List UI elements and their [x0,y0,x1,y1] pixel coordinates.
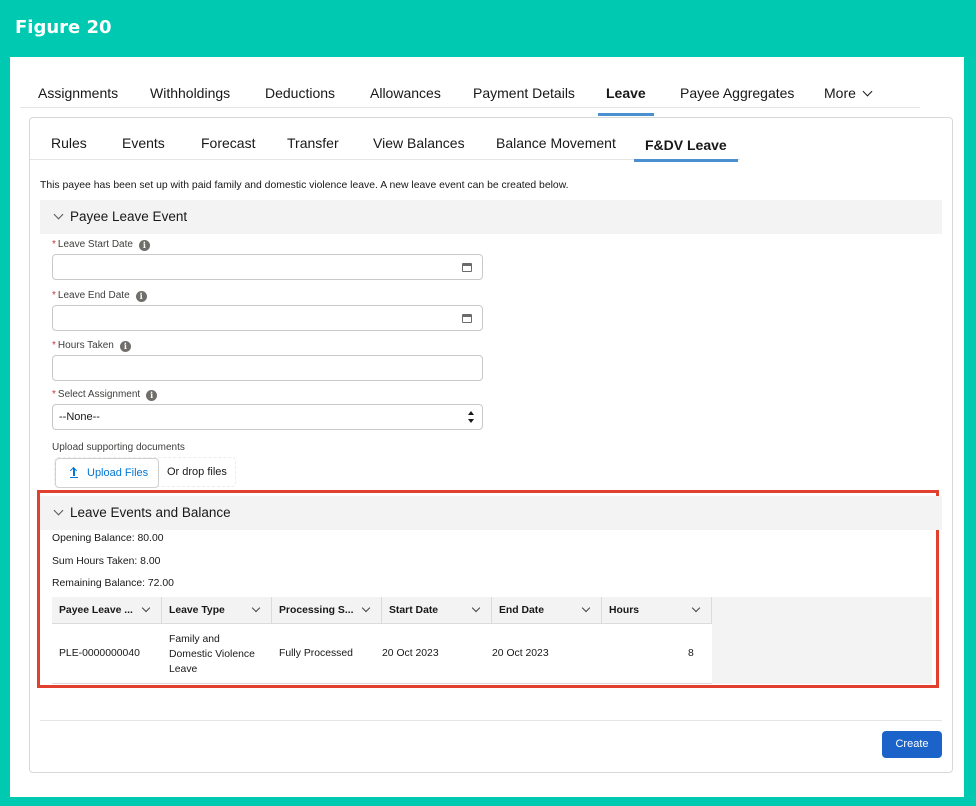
subtab-balance-movement[interactable]: Balance Movement [496,135,616,151]
subtab-forecast[interactable]: Forecast [201,135,255,151]
cell-hours: 8 [688,648,694,659]
calendar-icon[interactable] [462,314,472,323]
chevron-down-icon [862,86,873,97]
cell-leave-id[interactable]: PLE-0000000040 [59,648,140,659]
section-title: Leave Events and Balance [70,505,231,520]
chevron-down-icon[interactable] [471,603,481,613]
chevron-down-icon [53,209,64,220]
upload-files-button[interactable]: Upload Files [55,458,159,488]
tab-more-label: More [824,85,856,101]
required-marker: * [52,239,56,250]
chevron-down-icon[interactable] [141,603,151,613]
tab-withholdings[interactable]: Withholdings [150,85,230,101]
subtab-fdv-leave-label: F&DV Leave [645,137,727,153]
chevron-down-icon[interactable] [691,603,701,613]
cell-processing-status: Fully Processed [279,648,353,659]
cell-end-date: 20 Oct 2023 [492,648,549,659]
tab-leave-label: Leave [606,85,646,101]
remaining-balance: Remaining Balance: 72.00 [52,578,174,589]
info-icon[interactable]: i [135,291,147,302]
active-subtab-indicator [634,159,738,162]
subtab-fdv-leave[interactable]: F&DV Leave [634,137,738,162]
col-header-processing-status[interactable]: Processing S... [272,597,382,624]
selected-value: --None-- [59,411,100,423]
figure-title: Figure 20 [15,17,112,38]
info-icon[interactable]: i [138,240,150,251]
section-title: Payee Leave Event [70,209,188,224]
chevron-down-icon [53,505,64,516]
tab-payment-details[interactable]: Payment Details [473,85,575,101]
drop-files-text: Or drop files [167,466,227,478]
upload-icon [70,468,78,478]
footer-divider [40,720,942,721]
tab-assignments[interactable]: Assignments [38,85,118,101]
hours-taken-input[interactable] [52,355,483,381]
app-frame: Assignments Withholdings Deductions Allo… [10,57,964,797]
cell-leave-type: Family and Domestic Violence Leave [169,634,255,675]
required-marker: * [52,389,56,400]
sum-hours-taken: Sum Hours Taken: 8.00 [52,556,161,567]
opening-balance: Opening Balance: 80.00 [52,533,164,544]
sub-tab-bar: Rules Events Forecast Transfer View Bala… [30,118,740,162]
active-tab-indicator [598,113,654,116]
calendar-icon[interactable] [462,263,472,272]
top-tab-bar: Assignments Withholdings Deductions Allo… [20,71,920,116]
leave-events-table: Payee Leave ... Leave Type Processing S.… [52,597,932,684]
leave-end-date-label: * Leave End Date i [52,290,147,302]
upload-docs-label: Upload supporting documents [52,442,185,453]
file-drop-zone[interactable]: Upload Files Or drop files [54,457,236,488]
tab-allowances[interactable]: Allowances [370,85,441,101]
select-assignment-dropdown[interactable]: --None-- [52,404,483,430]
leave-card: Rules Events Forecast Transfer View Bala… [29,117,953,773]
cell-start-date: 20 Oct 2023 [382,648,439,659]
required-marker: * [52,340,56,351]
col-header-end-date[interactable]: End Date [492,597,602,624]
subtab-transfer[interactable]: Transfer [287,135,339,151]
tab-more[interactable]: More [824,85,873,101]
chevron-down-icon[interactable] [361,603,371,613]
subtab-events[interactable]: Events [122,135,165,151]
col-header-hours[interactable]: Hours [602,597,712,624]
select-arrows-icon [467,410,475,424]
leave-start-date-input[interactable] [52,254,483,280]
chevron-down-icon[interactable] [581,603,591,613]
create-button[interactable]: Create [882,731,942,758]
required-marker: * [52,290,56,301]
chevron-down-icon[interactable] [251,603,261,613]
subtab-rules[interactable]: Rules [51,135,87,151]
col-header-start-date[interactable]: Start Date [382,597,492,624]
payee-leave-event-header[interactable]: Payee Leave Event [40,200,942,234]
col-header-payee-leave[interactable]: Payee Leave ... [52,597,162,624]
tab-leave[interactable]: Leave [598,85,654,116]
intro-text: This payee has been set up with paid fam… [40,180,569,191]
tab-payee-aggregates[interactable]: Payee Aggregates [680,85,794,101]
leave-end-date-input[interactable] [52,305,483,331]
hours-taken-label: * Hours Taken i [52,340,131,352]
info-icon[interactable]: i [146,390,158,401]
leave-events-balance-header[interactable]: Leave Events and Balance [40,496,942,530]
subtab-view-balances[interactable]: View Balances [373,135,465,151]
info-icon[interactable]: i [119,341,131,352]
tab-deductions[interactable]: Deductions [265,85,335,101]
leave-start-date-label: * Leave Start Date i [52,239,150,251]
col-header-leave-type[interactable]: Leave Type [162,597,272,624]
table-row[interactable]: PLE-0000000040 Family and Domestic Viole… [52,624,712,684]
select-assignment-label: * Select Assignment i [52,389,158,401]
